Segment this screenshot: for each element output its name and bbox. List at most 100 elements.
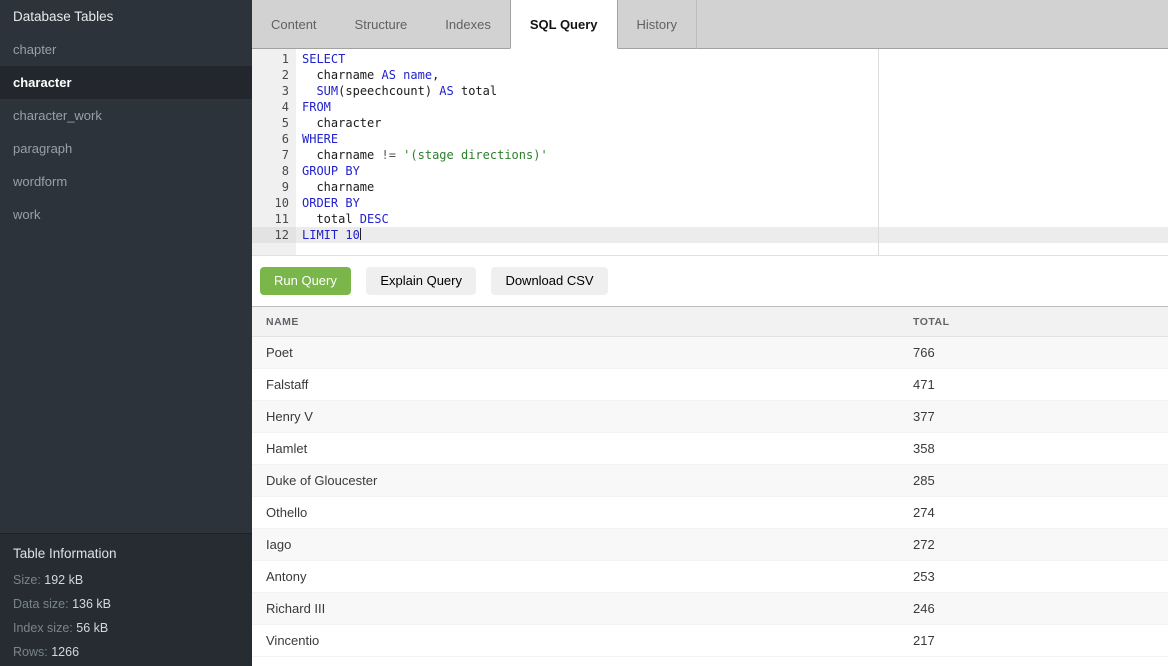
result-row[interactable]: Duke of Gloucester 285	[252, 465, 1168, 497]
stat-label: Index size:	[13, 621, 73, 635]
code-text: total DESC	[296, 211, 1168, 227]
results-header-row: NAME TOTAL	[252, 307, 1168, 337]
stat-label: Rows:	[13, 645, 48, 659]
text-cursor	[360, 228, 361, 240]
code-text: SUM(speechcount) AS total	[296, 83, 1168, 99]
result-row[interactable]: Falstaff 471	[252, 369, 1168, 401]
stat-value: 56 kB	[76, 621, 108, 635]
sidebar-item-table[interactable]: chapter	[0, 33, 252, 66]
result-row[interactable]: Antony 253	[252, 561, 1168, 593]
table-stat: Rows: 1266	[13, 640, 239, 664]
tab-structure[interactable]: Structure	[336, 0, 427, 49]
code-token: DESC	[360, 212, 389, 226]
sidebar-item-table[interactable]: paragraph	[0, 132, 252, 165]
result-total-cell: 358	[913, 433, 1168, 465]
line-number: 3	[252, 83, 296, 99]
line-number: 9	[252, 179, 296, 195]
sidebar-item-table[interactable]: work	[0, 198, 252, 231]
code-token: (speechcount)	[338, 84, 439, 98]
editor-line: 9 charname	[252, 179, 1168, 195]
column-header-total: TOTAL	[913, 307, 1168, 337]
table-list: chapter character character_work paragra…	[0, 33, 252, 231]
result-row[interactable]: Hamlet 358	[252, 433, 1168, 465]
result-total-cell: 253	[913, 561, 1168, 593]
code-text: charname AS name,	[296, 67, 1168, 83]
tab-content[interactable]: Content	[252, 0, 336, 49]
result-name-cell: Hamlet	[252, 433, 913, 465]
code-token: FROM	[302, 100, 331, 114]
result-row[interactable]: Vincentio 217	[252, 625, 1168, 657]
line-number: 12	[252, 227, 296, 243]
code-text: WHERE	[296, 131, 1168, 147]
tab-indexes[interactable]: Indexes	[426, 0, 510, 49]
editor-line: 5 character	[252, 115, 1168, 131]
result-total-cell: 274	[913, 497, 1168, 529]
tab-bar-filler	[697, 0, 1168, 49]
result-row[interactable]: Iago 272	[252, 529, 1168, 561]
code-token: 10	[345, 228, 359, 242]
code-text: FROM	[296, 99, 1168, 115]
column-header-name: NAME	[252, 307, 913, 337]
result-name-cell: Richard III	[252, 593, 913, 625]
explain-query-button[interactable]: Explain Query	[366, 267, 476, 295]
result-name-cell: Poet	[252, 337, 913, 369]
result-total-cell: 272	[913, 529, 1168, 561]
code-token: WHERE	[302, 132, 338, 146]
result-total-cell: 377	[913, 401, 1168, 433]
stat-label: Size:	[13, 573, 41, 587]
editor-line: 4 FROM	[252, 99, 1168, 115]
tab-history[interactable]: History	[618, 0, 697, 49]
code-token: charname	[302, 180, 374, 194]
editor-line: 11 total DESC	[252, 211, 1168, 227]
code-text: LIMIT 10	[296, 227, 1168, 243]
code-token	[302, 84, 316, 98]
result-total-cell: 217	[913, 625, 1168, 657]
result-total-cell: 766	[913, 337, 1168, 369]
editor-line: 2 charname AS name,	[252, 67, 1168, 83]
sidebar-header: Database Tables	[0, 0, 252, 33]
sidebar: Database Tables chapter character charac…	[0, 0, 252, 666]
table-information-panel: Table Information Size: 192 kB Data size…	[0, 533, 252, 666]
table-information-stats: Size: 192 kB Data size: 136 kB Index siz…	[13, 568, 239, 664]
result-name-cell: Othello	[252, 497, 913, 529]
download-csv-button[interactable]: Download CSV	[491, 267, 607, 295]
editor-line: 7 charname != '(stage directions)'	[252, 147, 1168, 163]
code-token: charname	[302, 148, 381, 162]
code-token: !=	[381, 148, 395, 162]
result-total-cell: 246	[913, 593, 1168, 625]
code-token: ,	[432, 68, 439, 82]
editor-line: 1 SELECT	[252, 51, 1168, 67]
result-row[interactable]: Poet 766	[252, 337, 1168, 369]
sidebar-item-table[interactable]: wordform	[0, 165, 252, 198]
result-name-cell: Duke of Gloucester	[252, 465, 913, 497]
sql-query-editor[interactable]: 1 SELECT 2 charname AS name, 3 SUM(speec…	[252, 49, 1168, 256]
result-row[interactable]: Richard III 246	[252, 593, 1168, 625]
run-query-button[interactable]: Run Query	[260, 267, 351, 295]
sidebar-item-table[interactable]: character_work	[0, 99, 252, 132]
table-stat: Data size: 136 kB	[13, 592, 239, 616]
code-token: AS	[381, 68, 395, 82]
result-row[interactable]: Othello 274	[252, 497, 1168, 529]
sidebar-item-table[interactable]: character	[0, 66, 252, 99]
editor-line: 6 WHERE	[252, 131, 1168, 147]
code-text: character	[296, 115, 1168, 131]
code-text: ORDER BY	[296, 195, 1168, 211]
query-button-row: Run Query Explain Query Download CSV	[252, 256, 1168, 306]
editor-pane-divider[interactable]	[878, 49, 879, 255]
result-name-cell: Antony	[252, 561, 913, 593]
code-text: SELECT	[296, 51, 1168, 67]
table-stat: Size: 192 kB	[13, 568, 239, 592]
result-total-cell: 285	[913, 465, 1168, 497]
code-token: AS	[439, 84, 453, 98]
result-row[interactable]: Henry V 377	[252, 401, 1168, 433]
tab-sql-query[interactable]: SQL Query	[510, 0, 618, 49]
code-token: name	[403, 68, 432, 82]
code-text: GROUP BY	[296, 163, 1168, 179]
editor-line: 10 ORDER BY	[252, 195, 1168, 211]
line-number: 8	[252, 163, 296, 179]
table-stat: Index size: 56 kB	[13, 616, 239, 640]
code-token: SELECT	[302, 52, 345, 66]
result-name-cell: Henry V	[252, 401, 913, 433]
code-text: charname != '(stage directions)'	[296, 147, 1168, 163]
editor-line: 3 SUM(speechcount) AS total	[252, 83, 1168, 99]
